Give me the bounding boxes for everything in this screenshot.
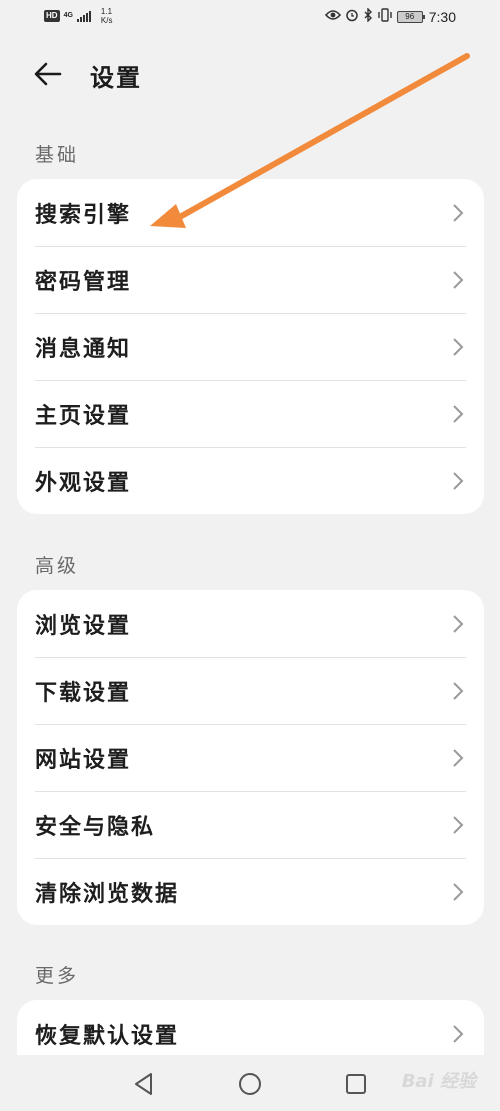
card-more: 恢复默认设置 bbox=[17, 1000, 484, 1055]
recents-square-icon[interactable] bbox=[343, 1071, 369, 1097]
chevron-right-icon bbox=[453, 271, 464, 289]
chevron-right-icon bbox=[453, 204, 464, 222]
row-label: 清除浏览数据 bbox=[35, 881, 180, 907]
setting-row-clear-data[interactable]: 清除浏览数据 bbox=[17, 858, 484, 925]
watermark: Bai 经验 bbox=[401, 1071, 476, 1092]
chevron-right-icon bbox=[453, 682, 464, 700]
nav-bar: Bai 经验 bbox=[0, 1055, 500, 1111]
setting-row-restore-defaults[interactable]: 恢复默认设置 bbox=[17, 1000, 484, 1055]
card-basic: 搜索引擎 密码管理 消息通知 主页设置 外观设置 bbox=[17, 179, 484, 514]
row-label: 搜索引擎 bbox=[35, 202, 132, 228]
section-label-advanced: 高级 bbox=[35, 555, 80, 577]
header: 设置 bbox=[0, 46, 500, 102]
hd-badge: HD bbox=[44, 10, 60, 22]
vibrate-icon bbox=[377, 8, 393, 26]
section-label-more: 更多 bbox=[35, 965, 80, 987]
chevron-right-icon bbox=[453, 883, 464, 901]
row-label: 浏览设置 bbox=[35, 613, 132, 639]
setting-row-privacy[interactable]: 安全与隐私 bbox=[17, 791, 484, 858]
home-circle-icon[interactable] bbox=[237, 1071, 263, 1097]
chevron-right-icon bbox=[453, 338, 464, 356]
setting-row-appearance[interactable]: 外观设置 bbox=[17, 447, 484, 514]
clock: 7:30 bbox=[428, 9, 456, 25]
speed-unit: K/s bbox=[100, 16, 113, 25]
bluetooth-icon bbox=[363, 7, 373, 26]
row-label: 恢复默认设置 bbox=[35, 1023, 180, 1049]
setting-row-homepage[interactable]: 主页设置 bbox=[17, 380, 484, 447]
page-title: 设置 bbox=[90, 64, 142, 92]
eye-icon bbox=[324, 9, 341, 25]
setting-row-site[interactable]: 网站设置 bbox=[17, 724, 484, 791]
chevron-right-icon bbox=[453, 1025, 464, 1043]
section-label-basic: 基础 bbox=[35, 144, 80, 166]
setting-row-search-engine[interactable]: 搜索引擎 bbox=[17, 179, 484, 246]
setting-row-download[interactable]: 下载设置 bbox=[17, 657, 484, 724]
card-advanced: 浏览设置 下载设置 网站设置 安全与隐私 清除浏览数据 bbox=[17, 590, 484, 925]
setting-row-password[interactable]: 密码管理 bbox=[17, 246, 484, 313]
chevron-right-icon bbox=[453, 816, 464, 834]
speed-value: 1.1 bbox=[100, 7, 113, 16]
setting-row-notifications[interactable]: 消息通知 bbox=[17, 313, 484, 380]
battery-icon: 96 bbox=[396, 11, 425, 23]
chevron-right-icon bbox=[453, 749, 464, 767]
row-label: 消息通知 bbox=[35, 336, 132, 362]
status-right: 96 7:30 bbox=[324, 7, 456, 26]
network-type: 4G bbox=[63, 12, 73, 19]
row-label: 外观设置 bbox=[35, 470, 132, 496]
setting-row-browsing[interactable]: 浏览设置 bbox=[17, 590, 484, 657]
back-arrow-icon bbox=[34, 62, 62, 86]
network-speed: 1.1 K/s bbox=[101, 7, 113, 25]
chevron-right-icon bbox=[453, 615, 464, 633]
alarm-icon bbox=[345, 8, 359, 26]
row-label: 密码管理 bbox=[35, 269, 132, 295]
row-label: 网站设置 bbox=[35, 747, 132, 773]
row-label: 安全与隐私 bbox=[35, 814, 156, 840]
row-label: 主页设置 bbox=[35, 403, 132, 429]
status-bar: HD 4G 1.1 K/s 96 7:30 bbox=[0, 0, 500, 36]
chevron-right-icon bbox=[453, 472, 464, 490]
row-label: 下载设置 bbox=[35, 680, 132, 706]
chevron-right-icon bbox=[453, 405, 464, 423]
status-left: HD 4G 1.1 K/s bbox=[44, 7, 112, 25]
back-button[interactable] bbox=[30, 56, 66, 92]
signal-icon bbox=[76, 10, 91, 22]
back-triangle-icon[interactable] bbox=[131, 1071, 157, 1097]
